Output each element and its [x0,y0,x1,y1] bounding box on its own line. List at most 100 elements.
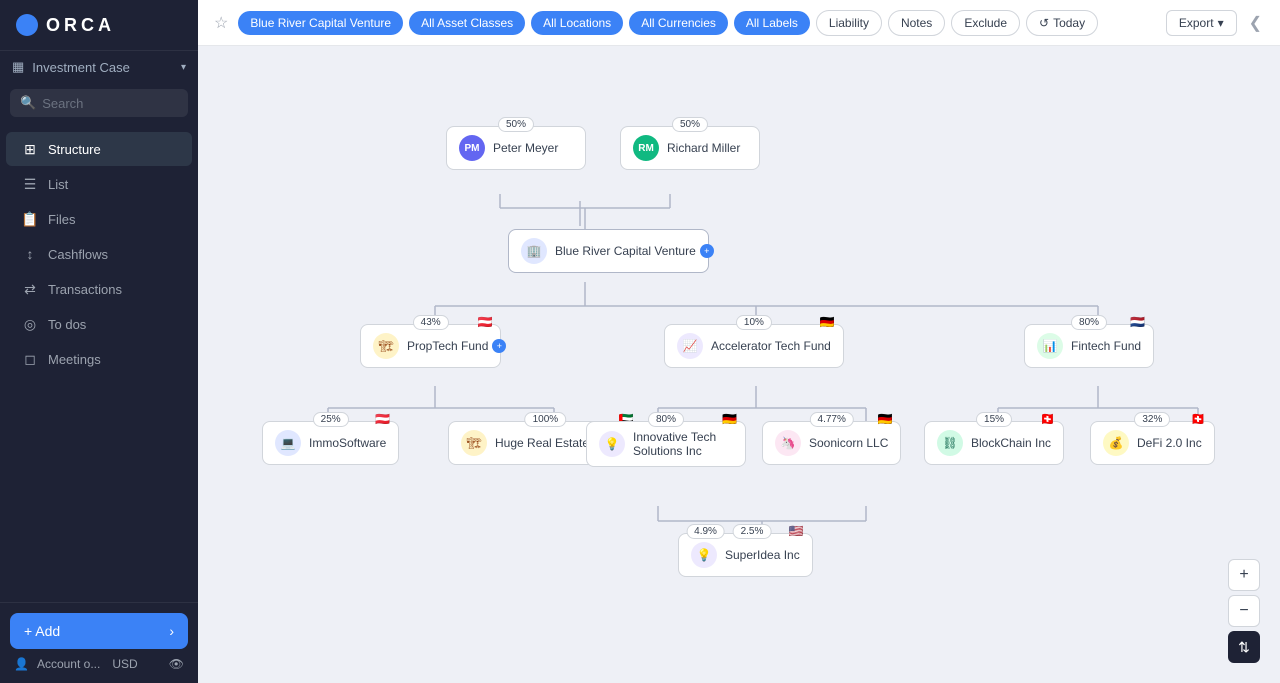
chevron-down-icon: ▾ [181,62,186,73]
sidebar-item-meetings[interactable]: ◻ Meetings [6,342,192,376]
add-icon: + Add [24,623,60,639]
add-child-brcv[interactable]: + [700,244,714,258]
sidebar-item-structure[interactable]: ⊞ Structure [6,132,192,166]
node-icon-accel: 📈 [677,333,703,359]
percent-proptech: 43% [413,315,449,330]
node-icon-blockchain: ⛓ [937,430,963,456]
sidebar-item-label: Transactions [48,282,122,297]
node-label-innovative: Innovative Tech Solutions Inc [633,430,733,458]
filter-chip-notes[interactable]: Notes [888,10,945,36]
cashflows-icon: ↕ [22,246,38,262]
add-arrow-icon: › [169,623,174,639]
star-button[interactable]: ☆ [210,11,232,35]
flag-innovative: 🇩🇪 [722,412,737,426]
flag-immo: 🇦🇹 [375,412,390,426]
sidebar-item-label: Meetings [48,352,101,367]
node-proptech[interactable]: 🏗 PropTech Fund 43% 🇦🇹 + [360,324,501,368]
percent-accel: 10% [736,315,772,330]
logo-text: ORCA [46,15,115,36]
flag-superidea: 🇺🇸 [789,524,804,538]
sidebar-item-label: List [48,177,68,192]
node-icon-defi: 💰 [1103,430,1129,456]
search-box[interactable]: 🔍 [10,89,188,117]
node-peter-meyer[interactable]: PM Peter Meyer 50% [446,126,586,170]
add-child-proptech[interactable]: + [492,339,506,353]
node-icon-soonicorn: 🦄 [775,430,801,456]
node-label-defi: DeFi 2.0 Inc [1137,436,1202,450]
sidebar-item-list[interactable]: ☰ List [6,167,192,201]
percent-blockchain: 15% [976,412,1012,427]
node-label-brcv: Blue River Capital Venture [555,244,696,258]
sidebar-item-label: Cashflows [48,247,108,262]
percent-superidea-2: 2.5% [733,524,772,539]
node-immo[interactable]: 💻 ImmoSoftware 25% 🇦🇹 [262,421,399,465]
node-innovative[interactable]: 💡 Innovative Tech Solutions Inc 80% 🇩🇪 [586,421,746,467]
percent-badge-rm: 50% [672,117,708,132]
sidebar-bottom: + Add › 👤 Account o... USD 👁 [0,602,198,683]
filter-chip-liability[interactable]: Liability [816,10,882,36]
add-button[interactable]: + Add › [10,613,188,649]
node-label-soonicorn: Soonicorn LLC [809,436,888,450]
node-fintech[interactable]: 📊 Fintech Fund 80% 🇳🇱 [1024,324,1154,368]
node-icon-immo: 💻 [275,430,301,456]
filter-chip-currency[interactable]: All Currencies [629,11,728,35]
sidebar-item-files[interactable]: 📋 Files [6,202,192,236]
flag-fintech: 🇳🇱 [1130,315,1145,329]
filter-chip-exclude[interactable]: Exclude [951,10,1020,36]
sidebar-item-label: Files [48,212,75,227]
export-label: Export [1179,16,1214,30]
node-icon-brcv: 🏢 [521,238,547,264]
structure-icon: ⊞ [22,141,38,157]
node-superidea[interactable]: 💡 SuperIdea Inc 4.9% 2.5% 🇺🇸 [678,533,813,577]
sidebar-item-transactions[interactable]: ⇄ Transactions [6,272,192,306]
filter-chip-location[interactable]: All Locations [531,11,623,35]
percent-hugere: 100% [525,412,567,427]
canvas[interactable]: PM Peter Meyer 50% RM Richard Miller 50%… [198,46,1280,683]
sidebar: ORCA ▦ Investment Case ▾ 🔍 ⊞ Structure ☰… [0,0,198,683]
node-label-blockchain: BlockChain Inc [971,436,1051,450]
sidebar-nav: ⊞ Structure ☰ List 📋 Files ↕ Cashflows ⇄… [0,123,198,602]
filter-chip-fund[interactable]: Blue River Capital Venture [238,11,403,35]
export-button[interactable]: Export ▾ [1166,10,1237,36]
zoom-out-button[interactable]: − [1228,595,1260,627]
filter-chip-asset[interactable]: All Asset Classes [409,11,525,35]
layout-settings-button[interactable]: ⇅ [1228,631,1260,663]
node-label-superidea: SuperIdea Inc [725,548,800,562]
sidebar-item-label: To dos [48,317,86,332]
node-icon-innovative: 💡 [599,431,625,457]
logo-icon [16,14,38,36]
collapse-button[interactable]: ❮ [1243,11,1268,35]
search-input[interactable] [42,96,178,111]
account-icon: 👤 [14,657,29,671]
chevron-down-icon: ▾ [1218,16,1224,30]
node-blue-river[interactable]: 🏢 Blue River Capital Venture + [508,229,709,273]
avatar-rm: RM [633,135,659,161]
node-defi[interactable]: 💰 DeFi 2.0 Inc 32% 🇨🇭 [1090,421,1215,465]
filter-chip-today[interactable]: ↺Today [1026,10,1098,36]
node-blockchain[interactable]: ⛓ BlockChain Inc 15% 🇨🇭 [924,421,1064,465]
investment-case-item[interactable]: ▦ Investment Case ▾ [0,51,198,83]
today-icon: ↺ [1039,16,1049,30]
node-icon-hugere: 🏗 [461,430,487,456]
todos-icon: ◎ [22,316,38,332]
sidebar-item-label: Structure [48,142,101,157]
filter-chip-labels[interactable]: All Labels [734,11,810,35]
node-label-accel: Accelerator Tech Fund [711,339,831,353]
person-name-rm: Richard Miller [667,141,740,155]
node-soonicorn[interactable]: 🦄 Soonicorn LLC 4.77% 🇩🇪 [762,421,901,465]
zoom-in-button[interactable]: + [1228,559,1260,591]
percent-soonicorn: 4.77% [810,412,854,427]
node-icon-superidea: 💡 [691,542,717,568]
node-richard-miller[interactable]: RM Richard Miller 50% [620,126,760,170]
percent-badge-pm: 50% [498,117,534,132]
eye-icon[interactable]: 👁 [169,657,184,671]
flag-soonicorn: 🇩🇪 [877,412,892,426]
percent-fintech: 80% [1071,315,1107,330]
node-accelerator[interactable]: 📈 Accelerator Tech Fund 10% 🇩🇪 [664,324,844,368]
account-row: 👤 Account o... USD 👁 [10,649,188,673]
sidebar-item-cashflows[interactable]: ↕ Cashflows [6,237,192,271]
list-icon: ☰ [22,176,38,192]
sidebar-item-todos[interactable]: ◎ To dos [6,307,192,341]
node-label-immo: ImmoSoftware [309,436,386,450]
node-icon-fintech: 📊 [1037,333,1063,359]
